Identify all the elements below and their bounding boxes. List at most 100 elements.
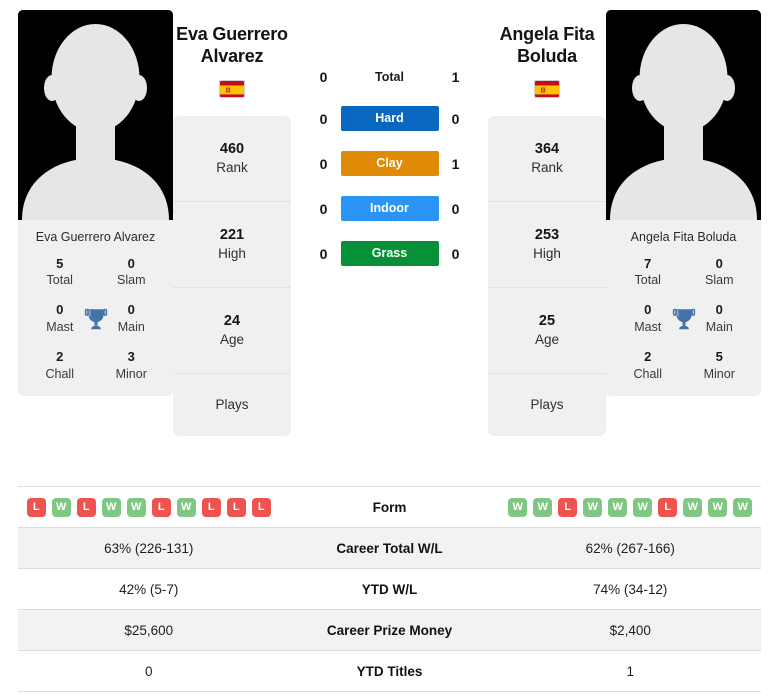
form-badge-loss: L [658, 497, 678, 517]
right-player-card: Angela Fita Boluda 7 Total 0 Slam 0 Mast [606, 10, 761, 396]
title-chall-value: 2 [644, 348, 652, 364]
form-badge-loss: L [76, 497, 96, 517]
row-label-career-total-wl: Career Total W/L [336, 540, 443, 556]
h2h-hard-left-score: 0 [319, 110, 328, 127]
left-rank-value: 460 [219, 141, 245, 158]
form-badge-win: W [633, 497, 653, 517]
h2h-indoor-badge-wrap: Indoor [340, 196, 439, 221]
table-row-career-total-wl: 63% (226-131) Career Total W/L 62% (267-… [18, 528, 761, 569]
right-player-card-body: Angela Fita Boluda 7 Total 0 Slam 0 Mast [606, 220, 761, 396]
right-player-name-line2: Boluda [517, 45, 577, 66]
title-total: 7 Total [612, 256, 684, 289]
right-player-name: Angela Fita Boluda [488, 24, 606, 68]
surface-badge-indoor[interactable]: Indoor [340, 196, 439, 221]
h2h-indoor-right-score: 0 [451, 200, 460, 217]
title-slam: 0 Slam [96, 256, 168, 289]
title-total: 5 Total [24, 256, 96, 289]
title-minor: 3 Minor [96, 349, 168, 382]
left-player-name-line2: Alvarez [200, 45, 264, 66]
spain-flag-icon [534, 79, 560, 98]
left-player-stats: Eva Guerrero Alvarez 460 Rank 221 High 2… [173, 10, 291, 436]
right-player-header: Angela Fita Boluda [488, 10, 606, 98]
right-career-prize-money: $2,400 [609, 622, 651, 638]
right-high-value: 253 [534, 227, 560, 244]
title-main-value: 0 [715, 302, 723, 318]
left-age-label: Age [219, 332, 245, 348]
title-main-label: Main [705, 319, 733, 334]
h2h-row-indoor: 0 Indoor 0 [291, 196, 488, 221]
right-player-photo [606, 10, 761, 220]
title-mast-value: 0 [56, 302, 64, 318]
form-badge-win: W [583, 497, 603, 517]
title-total-label: Total [46, 273, 73, 288]
form-badge-win: W [683, 497, 703, 517]
left-career-prize-money: $25,600 [124, 622, 174, 638]
form-badge-loss: L [558, 497, 578, 517]
table-row-ytd-titles: 0 YTD Titles 1 [18, 651, 761, 692]
form-badge-win: W [733, 497, 753, 517]
right-rank-box: 364 Rank [488, 116, 606, 202]
h2h-indoor-left-score: 0 [319, 200, 328, 217]
title-main-label: Main [117, 319, 145, 334]
h2h-hard-right-score: 0 [451, 110, 460, 127]
h2h-row-grass: 0 Grass 0 [291, 241, 488, 266]
left-player-stat-stack: 460 Rank 221 High 24 Age Plays [173, 115, 291, 436]
left-player-titles-grid: 5 Total 0 Slam 0 Mast 0 Main 2 Chall 3 M… [24, 256, 167, 382]
form-badge-win: W [708, 497, 728, 517]
right-plays-label: Plays [530, 397, 564, 413]
title-mast: 0 Mast [24, 302, 96, 335]
player-comparison-page: Eva Guerrero Alvarez 5 Total 0 Slam 0 Ma… [0, 0, 779, 699]
title-chall-label: Chall [45, 366, 75, 381]
right-player-stat-stack: 364 Rank 253 High 25 Age Plays [488, 115, 606, 436]
table-row-career-prize-money: $25,600 Career Prize Money $2,400 [18, 610, 761, 651]
form-badge-win: W [51, 497, 71, 517]
left-high-box: 221 High [173, 202, 291, 288]
right-form-strip: WWLWWWLWWW [500, 497, 762, 517]
left-player-name: Eva Guerrero Alvarez [173, 24, 291, 68]
form-badge-loss: L [226, 497, 246, 517]
title-mast-label: Mast [46, 319, 74, 334]
title-main: 0 Main [684, 302, 756, 335]
title-chall-label: Chall [633, 366, 663, 381]
form-badge-win: W [608, 497, 628, 517]
left-high-label: High [218, 246, 246, 262]
row-label-form: Form [372, 499, 407, 515]
form-badge-loss: L [251, 497, 271, 517]
h2h-hard-badge-wrap: Hard [340, 106, 439, 131]
row-label-ytd-titles: YTD Titles [356, 663, 423, 679]
surface-badge-grass[interactable]: Grass [340, 241, 439, 266]
left-form-cell: LWLWWLWLLL [18, 497, 280, 517]
title-slam-label: Slam [117, 273, 146, 288]
table-row-form: LWLWWLWLLL Form WWLWWWLWWW [18, 487, 761, 528]
left-player-card-name: Eva Guerrero Alvarez [35, 230, 156, 244]
title-minor-label: Minor [703, 366, 735, 381]
title-minor-value: 5 [715, 348, 723, 364]
title-mast: 0 Mast [612, 302, 684, 335]
left-form-strip: LWLWWLWLLL [18, 497, 280, 517]
table-row-ytd-wl: 42% (5-7) YTD W/L 74% (34-12) [18, 569, 761, 610]
person-silhouette-icon [606, 10, 761, 220]
title-total-label: Total [634, 273, 661, 288]
title-chall-value: 2 [56, 348, 64, 364]
left-player-photo [18, 10, 173, 220]
h2h-row-total: 0 Total 1 [291, 68, 488, 86]
form-badge-loss: L [201, 497, 221, 517]
left-age-box: 24 Age [173, 288, 291, 374]
left-rank-box: 460 Rank [173, 116, 291, 202]
form-badge-win: W [533, 497, 553, 517]
title-main: 0 Main [96, 302, 168, 335]
comparison-stats-table: LWLWWLWLLL Form WWLWWWLWWW 63% (226-131)… [18, 486, 761, 692]
right-plays-box: Plays [488, 374, 606, 436]
right-high-label: High [533, 246, 561, 262]
h2h-clay-right-score: 1 [451, 155, 460, 172]
left-player-card-body: Eva Guerrero Alvarez 5 Total 0 Slam 0 Ma… [18, 220, 173, 396]
surface-badge-clay[interactable]: Clay [340, 151, 439, 176]
surface-badge-hard[interactable]: Hard [340, 106, 439, 131]
row-label-career-prize-money: Career Prize Money [326, 622, 453, 638]
right-player-titles-grid: 7 Total 0 Slam 0 Mast 0 Main 2 Chall 5 M… [612, 256, 755, 382]
form-badge-win: W [126, 497, 146, 517]
h2h-row-clay: 0 Clay 1 [291, 151, 488, 176]
right-player-card-name: Angela Fita Boluda [630, 230, 737, 244]
left-rank-label: Rank [216, 160, 248, 176]
title-slam-value: 0 [127, 255, 135, 271]
